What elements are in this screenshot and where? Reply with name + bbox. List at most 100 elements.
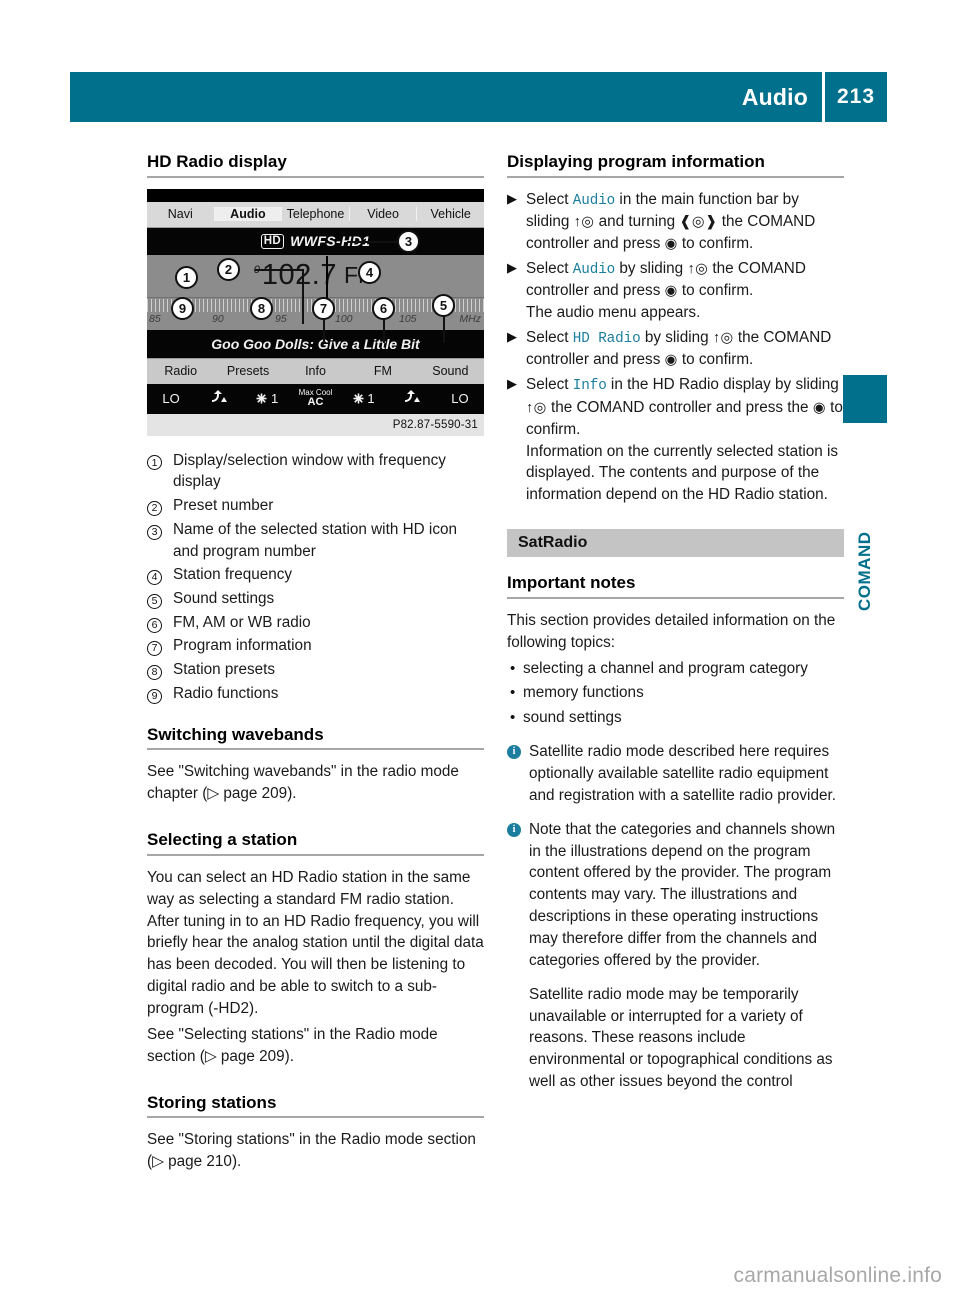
callout-2: 2 — [217, 257, 240, 281]
heading-rule — [147, 1116, 484, 1119]
legend-item-8: 8 Station presets — [147, 659, 484, 681]
legend-text-1: Display/selection window with frequency … — [173, 451, 446, 491]
comand-controller-icon: ↑◎ — [712, 330, 734, 347]
bullet-dot-icon: • — [510, 709, 516, 727]
callout-9: 9 — [171, 296, 194, 320]
scale-label-105: 105 — [399, 312, 417, 325]
bullet-dot-icon: • — [510, 659, 516, 677]
legend-number-8: 8 — [147, 659, 173, 680]
menu-keyword: Audio — [572, 192, 616, 209]
softkey-info[interactable]: Info — [282, 364, 349, 378]
step-marker-icon: ▶ — [507, 190, 517, 206]
step-text-4: Select Info in the HD Radio display by s… — [526, 376, 843, 504]
chapter-band-satradio: SatRadio — [507, 529, 844, 558]
page-header: Audio 213 — [70, 72, 887, 122]
scale-label-95: 95 — [275, 312, 287, 325]
left-column: HD Radio display Navi Audio Telephone Vi… — [147, 152, 484, 1185]
info-icon-wrap: i — [507, 741, 529, 760]
step-text-2: Select Audio by sliding ↑◎ the COMAND co… — [526, 259, 806, 322]
scale-label-85: 85 — [149, 312, 161, 325]
legend-text-9: Radio functions — [173, 684, 279, 702]
page-ref-arrow-icon: ▷ — [207, 785, 220, 803]
heading-rule — [147, 175, 484, 178]
legend-item-3: 3 Name of the selected station with HD i… — [147, 519, 484, 562]
menu-keyword: Info — [572, 378, 607, 395]
leader-line-8 — [302, 268, 304, 324]
climate-right-fan: 1 — [340, 392, 388, 406]
screen-top-bezel — [147, 188, 484, 202]
st-page-ref[interactable]: page 210 — [164, 1153, 232, 1170]
airflow-icon-right — [388, 390, 436, 407]
scale-label-90: 90 — [212, 312, 224, 325]
comand-controller-icon: ❰◎❱ — [679, 214, 718, 231]
step-text-1: Select Audio in the main function bar by… — [526, 190, 816, 253]
info-note-text-2: Note that the categories and channels sh… — [529, 820, 836, 969]
menu-item-audio[interactable]: Audio — [214, 207, 283, 222]
screen-climate-bar: LO 1 Max Cool AC 1 LO — [147, 383, 484, 414]
heading-rule — [147, 853, 484, 856]
comand-controller-icon: ◉ — [664, 283, 678, 300]
legend-number-1: 1 — [147, 450, 173, 471]
menu-item-navi[interactable]: Navi — [147, 207, 215, 222]
legend-number-4: 4 — [147, 564, 173, 586]
thumb-index-label: COMAND — [855, 531, 874, 612]
bullet-item-2: • memory functions — [507, 682, 844, 704]
section-heading-switching-wavebands: Switching wavebands — [147, 724, 324, 744]
section-heading-important-notes: Important notes — [507, 573, 636, 593]
page-title: Audio — [741, 83, 808, 110]
legend-text-4: Station frequency — [173, 566, 293, 584]
page-ref-arrow-icon: ▷ — [152, 1153, 164, 1171]
section-heading-selecting-a-station: Selecting a station — [147, 830, 298, 850]
ss-page-ref[interactable]: page 209 — [217, 1048, 285, 1065]
bullet-dot-icon: • — [510, 684, 516, 702]
menu-item-vehicle[interactable]: Vehicle — [417, 207, 484, 221]
bullet-item-3: • sound settings — [507, 707, 844, 729]
climate-right-temp: LO — [451, 390, 469, 406]
screen-station-row: HD WWFS-HD1 — [147, 227, 484, 255]
thumb-index-marker — [843, 375, 887, 423]
legend-text-8: Station presets — [173, 661, 276, 679]
instruction-step-2: ▶ Select Audio by sliding ↑◎ the COMAND … — [507, 258, 844, 324]
legend-text-3: Name of the selected station with HD ico… — [173, 520, 457, 560]
screen-now-playing: Goo Goo Dolls: Give a Little Bit — [147, 329, 484, 358]
ss-text-post: ). — [284, 1047, 294, 1065]
legend-text-5: Sound settings — [173, 590, 275, 608]
climate-left-fan: 1 — [243, 392, 291, 406]
step-marker-icon: ▶ — [507, 259, 517, 275]
legend-item-1: 1 Display/selection window with frequenc… — [147, 450, 484, 493]
legend-text-2: Preset number — [173, 497, 274, 515]
info-note-2: i Note that the categories and channels … — [507, 819, 844, 972]
figure-legend-list: 1 Display/selection window with frequenc… — [147, 450, 484, 705]
legend-number-7: 7 — [147, 635, 173, 657]
satradio-topic-bullets: • selecting a channel and program catego… — [507, 658, 844, 730]
menu-item-telephone[interactable]: Telephone — [282, 207, 350, 222]
page-number: 213 — [836, 85, 876, 108]
section-heading-hd-radio-display: HD Radio display — [147, 152, 287, 171]
section-heading-displaying-program-information: Displaying program information — [507, 152, 765, 171]
info-icon: i — [507, 745, 521, 760]
legend-item-5: 5 Sound settings — [147, 588, 484, 610]
heading-rule — [147, 748, 484, 751]
softkey-fm[interactable]: FM — [349, 364, 416, 378]
info-icon-wrap: i — [507, 819, 529, 837]
softkey-sound[interactable]: Sound — [417, 364, 484, 378]
comand-controller-icon: ◉ — [664, 352, 678, 369]
legend-number-6: 6 — [147, 612, 173, 633]
softkey-radio[interactable]: Radio — [147, 364, 214, 378]
callout-7: 7 — [312, 296, 335, 320]
instruction-step-1: ▶ Select Audio in the main function bar … — [507, 189, 844, 255]
legend-item-7: 7 Program information — [147, 635, 484, 657]
callout-1: 1 — [175, 265, 198, 289]
legend-number-5: 5 — [147, 588, 173, 609]
st-text-post: ). — [231, 1153, 242, 1171]
thumb-index: COMAND — [843, 375, 887, 611]
menu-item-video[interactable]: Video — [350, 207, 418, 222]
legend-item-4: 4 Station frequency — [147, 564, 484, 586]
sw-page-ref[interactable]: page 209 — [219, 785, 287, 802]
leader-line-7 — [323, 318, 325, 343]
switching-wavebands-paragraph: See "Switching wavebands" in the radio m… — [147, 761, 484, 805]
leader-line-5 — [443, 314, 445, 343]
softkey-presets[interactable]: Presets — [214, 364, 281, 378]
legend-item-2: 2 Preset number — [147, 495, 484, 517]
instruction-step-3: ▶ Select HD Radio by sliding ↑◎ the COMA… — [507, 327, 844, 371]
